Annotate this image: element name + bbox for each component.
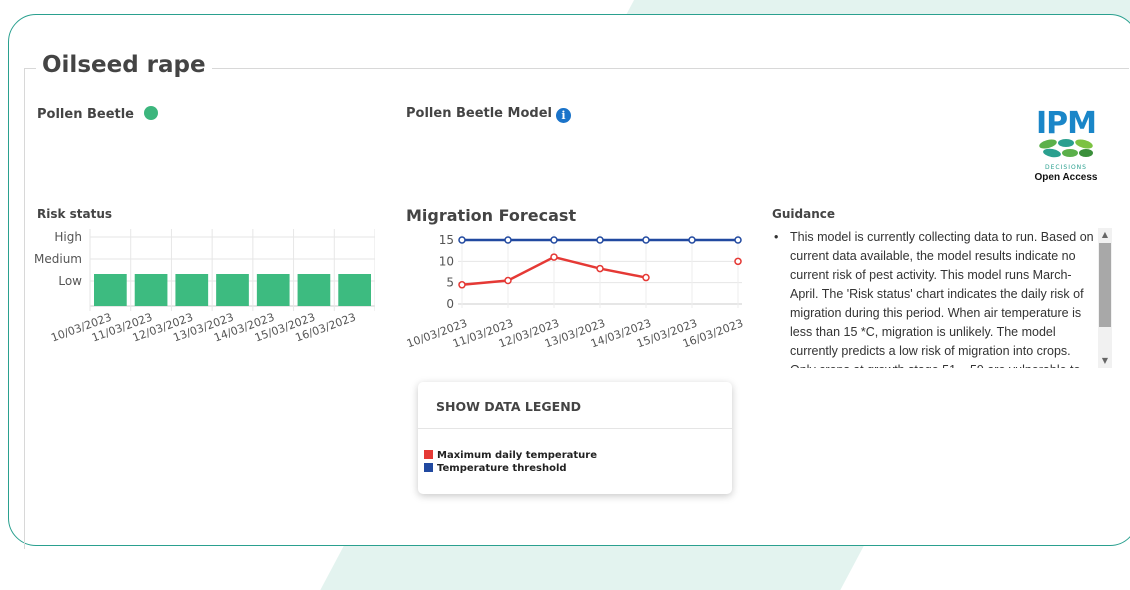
legend-label: Temperature threshold [437,463,567,474]
data-point [458,281,466,289]
data-point [550,236,558,244]
info-icon[interactable]: i [555,108,571,123]
data-point [550,253,558,261]
scroll-down-icon[interactable]: ▼ [1098,354,1112,368]
data-point [458,236,466,244]
guidance-text: This model is currently collecting data … [790,230,1094,368]
pest-name: Pollen Beetle [37,107,134,122]
logo-text: IPM [1035,106,1097,141]
scroll-up-icon[interactable]: ▲ [1098,228,1112,242]
data-point [642,273,650,282]
guidance-title: Guidance [772,207,835,221]
data-legend-card: SHOW DATA LEGEND Maximum daily temperatu… [418,382,732,494]
y-tick-label: 15 [439,233,454,247]
risk-bar [338,274,371,306]
scroll-thumb[interactable] [1099,243,1111,327]
data-point [688,236,696,244]
y-tick-label: Low [58,274,82,288]
guidance-scrollbar[interactable]: ▲ ▼ [1098,228,1112,368]
data-point [734,257,742,266]
risk-bar [297,274,331,306]
data-point [596,236,604,244]
guidance-panel[interactable]: • This model is currently collecting dat… [772,228,1112,368]
risk-bar [94,274,127,306]
chart-title: Migration Forecast [406,206,577,225]
section-title: Oilseed rape [36,52,212,78]
y-tick-label: Medium [34,252,82,266]
leaf-icon [1039,139,1093,158]
risk-title: Risk status [37,207,113,221]
model-name: Pollen Beetle Model [406,106,552,121]
logo-subtext: DECISIONS [1045,164,1087,171]
logo-caption: Open Access [1034,172,1098,183]
status-dot [144,106,158,120]
legend-label: Maximum daily temperature [437,450,597,461]
legend-swatch [424,450,433,459]
risk-bar [216,274,249,306]
risk-bar [256,274,290,306]
y-tick-label: 0 [446,297,454,311]
risk-status-chart: HighMediumLow 10/03/202311/03/202312/03/… [34,229,375,345]
data-point [504,236,512,244]
pest-label: Pollen Beetle [37,106,158,122]
model-label: Pollen Beetle Model i [406,106,571,123]
legend-item: Maximum daily temperature [418,449,732,462]
data-point [504,276,512,285]
legend-swatch [424,463,433,472]
data-point [642,236,650,244]
bullet-icon: • [774,230,779,244]
ipm-logo: IPM DECISIONS Open Access [1026,106,1106,184]
legend-item: Temperature threshold [418,462,732,475]
y-tick-label: High [54,230,82,244]
show-data-legend-button[interactable]: SHOW DATA LEGEND [418,382,732,429]
risk-bar [134,274,168,306]
data-point [596,264,604,273]
y-tick-label: 10 [439,254,454,268]
risk-bar [175,274,209,306]
data-point [734,236,742,244]
migration-forecast-chart: 051015 10/03/202311/03/202312/03/202313/… [405,233,745,351]
y-tick-label: 5 [446,276,454,290]
